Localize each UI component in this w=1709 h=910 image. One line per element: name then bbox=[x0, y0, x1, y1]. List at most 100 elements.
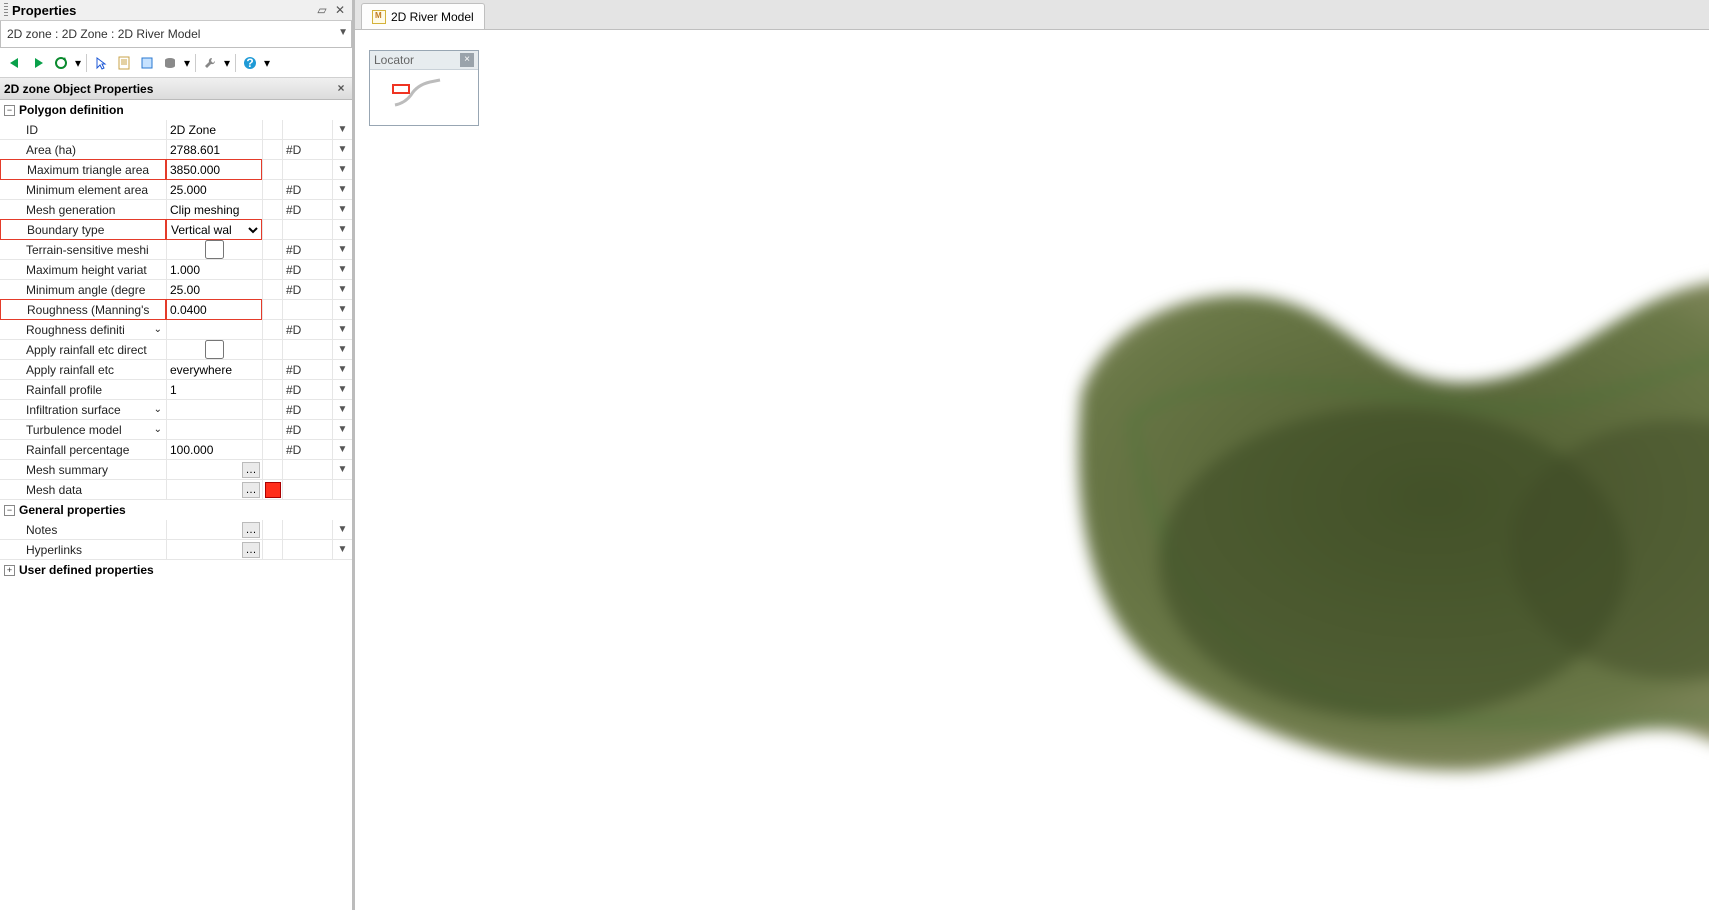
flag-dropdown[interactable]: ▼ bbox=[332, 280, 352, 299]
browse-button[interactable]: … bbox=[242, 462, 260, 478]
pointer-tool-button[interactable] bbox=[90, 52, 112, 74]
prop-input[interactable] bbox=[167, 140, 262, 159]
map-icon bbox=[372, 10, 386, 24]
toolbar: ▾ ▾ ▾ ? ▾ bbox=[0, 48, 352, 78]
panel-title: Properties bbox=[12, 3, 312, 18]
prop-input[interactable] bbox=[167, 440, 262, 459]
flag-dropdown[interactable]: ▼ bbox=[332, 200, 352, 219]
database-dropdown-button[interactable]: ▾ bbox=[182, 52, 192, 74]
prop-input[interactable] bbox=[167, 420, 262, 439]
prop-input[interactable] bbox=[167, 180, 262, 199]
browse-button[interactable]: … bbox=[242, 482, 260, 498]
flag-dropdown[interactable]: ▼ bbox=[332, 460, 352, 479]
row-hyperlinks: Hyperlinks … ▼ bbox=[0, 540, 352, 560]
browse-button[interactable]: … bbox=[242, 542, 260, 558]
locator-window[interactable]: Locator × bbox=[369, 50, 479, 126]
tools-dropdown-button[interactable]: ▾ bbox=[222, 52, 232, 74]
flag-dropdown[interactable]: ▼ bbox=[332, 220, 352, 239]
database-button[interactable] bbox=[159, 52, 181, 74]
close-locator-button[interactable]: × bbox=[460, 53, 474, 67]
prop-input[interactable] bbox=[167, 400, 262, 419]
flag-dropdown[interactable]: ▼ bbox=[332, 160, 352, 179]
section-general[interactable]: − General properties bbox=[0, 500, 352, 520]
flag-dropdown[interactable]: ▼ bbox=[332, 320, 352, 339]
flag-dropdown[interactable]: ▼ bbox=[332, 340, 352, 359]
highlight-button[interactable] bbox=[136, 52, 158, 74]
row-minangle: Minimum angle (degre #D ▼ bbox=[0, 280, 352, 300]
close-icon[interactable]: ✕ bbox=[332, 2, 348, 18]
section-user[interactable]: + User defined properties bbox=[0, 560, 352, 580]
refresh-dropdown-button[interactable]: ▾ bbox=[73, 52, 83, 74]
flag-dropdown[interactable]: ▼ bbox=[332, 300, 352, 319]
prop-input[interactable] bbox=[167, 360, 262, 379]
row-roughdef: Roughness definiti ⌄ #D ▼ bbox=[0, 320, 352, 340]
prop-input[interactable] bbox=[167, 320, 262, 339]
row-maxtri: Maximum triangle area ▼ bbox=[0, 160, 352, 180]
help-button[interactable]: ? bbox=[239, 52, 261, 74]
section-polygon[interactable]: − Polygon definition bbox=[0, 100, 352, 120]
tab-map[interactable]: 2D River Model bbox=[361, 3, 485, 29]
flag-dropdown[interactable]: ▼ bbox=[332, 360, 352, 379]
prop-label: Rainfall profile bbox=[0, 380, 166, 399]
section-label: Polygon definition bbox=[19, 103, 124, 117]
flag-dropdown[interactable]: ▼ bbox=[332, 420, 352, 439]
prop-label: Mesh summary bbox=[0, 460, 166, 479]
prop-label: Notes bbox=[0, 520, 166, 539]
help-dropdown-button[interactable]: ▾ bbox=[262, 52, 272, 74]
expand-icon[interactable]: + bbox=[4, 565, 15, 576]
prop-label: Rainfall percentage bbox=[0, 440, 166, 459]
close-subpanel-button[interactable]: × bbox=[333, 81, 349, 97]
prop-input[interactable] bbox=[167, 120, 262, 139]
prop-label: Minimum element area bbox=[0, 180, 166, 199]
row-meshsum: Mesh summary … ▼ bbox=[0, 460, 352, 480]
prop-label: Maximum triangle area bbox=[0, 159, 166, 180]
prop-input[interactable] bbox=[167, 380, 262, 399]
flag-dropdown[interactable]: ▼ bbox=[332, 120, 352, 139]
prop-label: Boundary type bbox=[0, 219, 166, 240]
collapse-icon[interactable]: − bbox=[4, 505, 15, 516]
row-infil: Infiltration surface ⌄ #D ▼ bbox=[0, 400, 352, 420]
nav-forward-button[interactable] bbox=[27, 52, 49, 74]
prop-label: Turbulence model ⌄ bbox=[0, 420, 166, 439]
prop-checkbox[interactable] bbox=[167, 240, 262, 259]
flag-dropdown[interactable]: ▼ bbox=[332, 240, 352, 259]
collapse-icon[interactable]: − bbox=[4, 105, 15, 116]
prop-label: Maximum height variat bbox=[0, 260, 166, 279]
breadcrumb-input[interactable] bbox=[0, 21, 352, 48]
flag-dropdown[interactable]: ▼ bbox=[332, 400, 352, 419]
prop-input[interactable] bbox=[167, 300, 261, 319]
properties-panel: Properties ▱ ✕ ▼ ▾ ▾ ▾ ? ▾ 2D zone Objec… bbox=[0, 0, 355, 910]
prop-input[interactable] bbox=[167, 160, 261, 179]
tab-bar: 2D River Model bbox=[355, 0, 1709, 30]
map-canvas[interactable]: Locator × bbox=[355, 30, 1709, 910]
flag-dropdown[interactable]: ▼ bbox=[332, 180, 352, 199]
prop-label: Minimum angle (degre bbox=[0, 280, 166, 299]
flag-dropdown[interactable]: ▼ bbox=[332, 380, 352, 399]
nav-back-button[interactable] bbox=[4, 52, 26, 74]
browse-button[interactable]: … bbox=[242, 522, 260, 538]
prop-checkbox[interactable] bbox=[167, 340, 262, 359]
flag-dropdown[interactable]: ▼ bbox=[332, 520, 352, 539]
prop-select[interactable]: Vertical wal bbox=[167, 220, 261, 240]
tools-button[interactable] bbox=[199, 52, 221, 74]
prop-label: Apply rainfall etc bbox=[0, 360, 166, 379]
prop-input[interactable] bbox=[167, 260, 262, 279]
breadcrumb-combo[interactable]: ▼ bbox=[0, 21, 352, 48]
row-rain-ev: Apply rainfall etc #D ▼ bbox=[0, 360, 352, 380]
prop-input[interactable] bbox=[167, 280, 262, 299]
subheader-title: 2D zone Object Properties bbox=[4, 82, 333, 96]
prop-input[interactable] bbox=[167, 200, 262, 219]
property-grid: − Polygon definition ID ▼ Area (ha) #D ▼… bbox=[0, 100, 352, 910]
row-rainprof: Rainfall profile #D ▼ bbox=[0, 380, 352, 400]
row-notes: Notes … ▼ bbox=[0, 520, 352, 540]
flag-dropdown[interactable]: ▼ bbox=[332, 260, 352, 279]
flag-dropdown[interactable]: ▼ bbox=[332, 140, 352, 159]
restore-icon[interactable]: ▱ bbox=[314, 2, 330, 18]
refresh-button[interactable] bbox=[50, 52, 72, 74]
flag-dropdown[interactable]: ▼ bbox=[332, 540, 352, 559]
locator-map[interactable] bbox=[370, 69, 478, 125]
subheader: 2D zone Object Properties × bbox=[0, 78, 352, 100]
flag-dropdown[interactable]: ▼ bbox=[332, 440, 352, 459]
row-maxheight: Maximum height variat #D ▼ bbox=[0, 260, 352, 280]
report-button[interactable] bbox=[113, 52, 135, 74]
